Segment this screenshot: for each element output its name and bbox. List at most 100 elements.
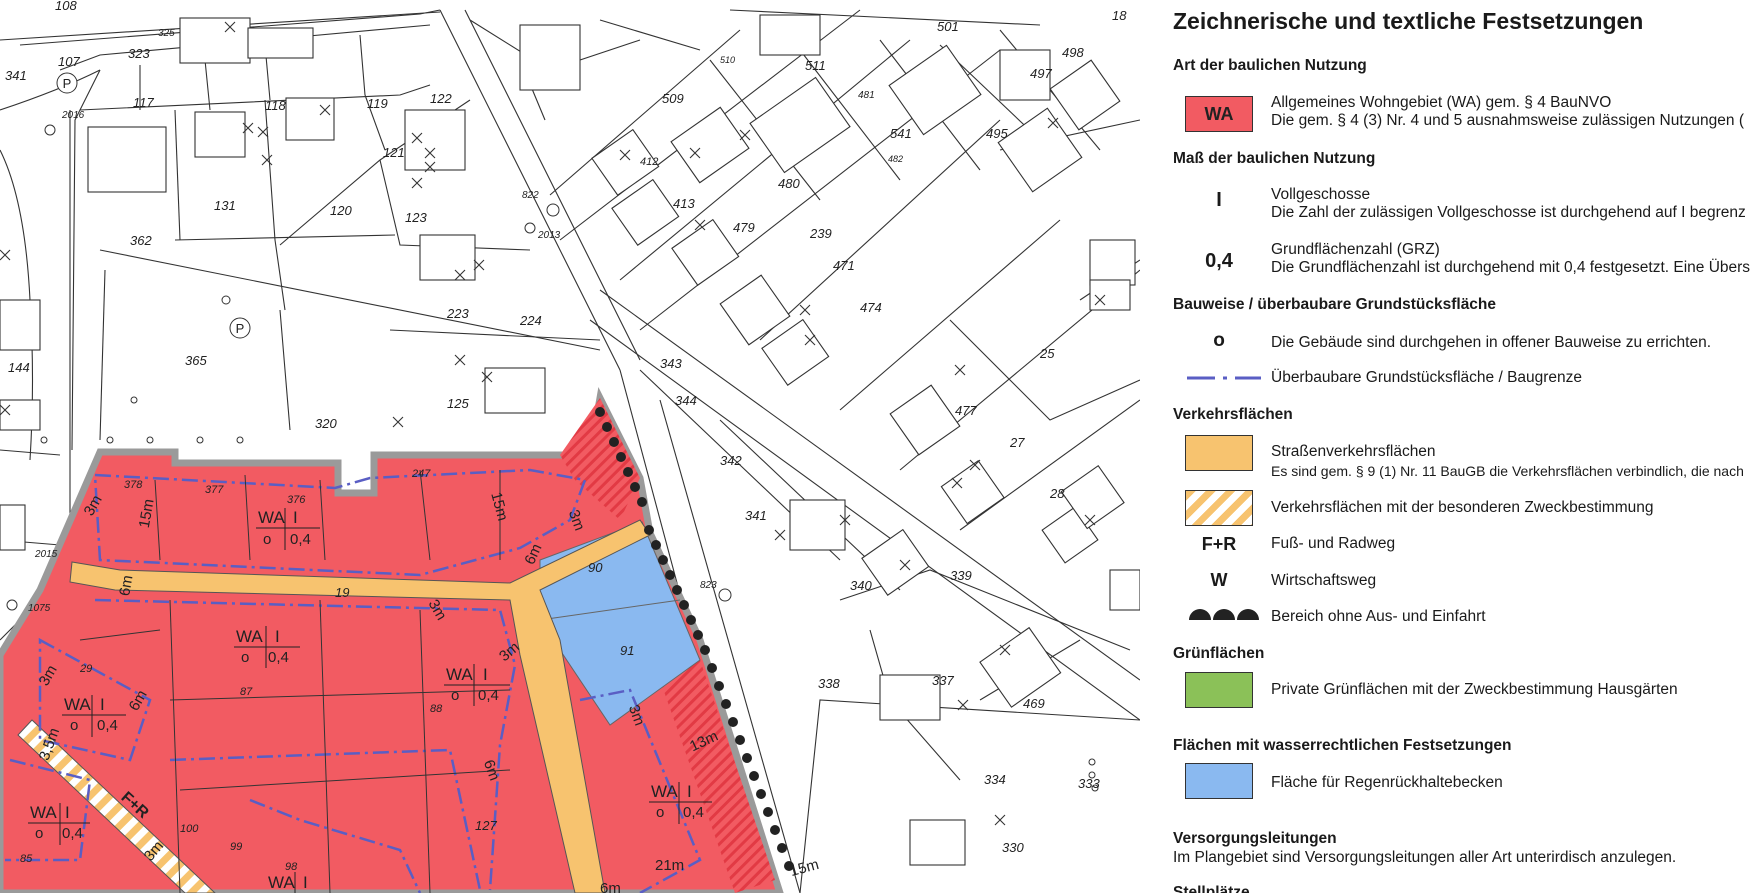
svg-text:99: 99 xyxy=(230,841,242,853)
svg-text:117: 117 xyxy=(133,95,154,110)
svg-text:85: 85 xyxy=(20,853,33,865)
svg-text:28: 28 xyxy=(1049,486,1065,501)
gruen-text: Private Grünflächen mit der Zweckbestimm… xyxy=(1271,681,1678,698)
legend-title: Zeichnerische und textliche Festsetzunge… xyxy=(1173,8,1644,34)
svg-text:224: 224 xyxy=(519,313,542,328)
svg-text:341: 341 xyxy=(745,508,767,523)
svg-text:WA: WA xyxy=(30,803,57,822)
svg-text:18: 18 xyxy=(1112,8,1127,23)
svg-text:495: 495 xyxy=(986,126,1008,141)
svg-text:469: 469 xyxy=(1023,696,1045,711)
svg-text:0,4: 0,4 xyxy=(478,687,499,704)
svg-text:I: I xyxy=(65,803,70,822)
svg-text:823: 823 xyxy=(700,580,717,591)
svg-text:320: 320 xyxy=(315,416,337,431)
section-wasserrecht: Flächen mit wasserrechtlichen Festsetzun… xyxy=(1173,737,1512,754)
wasser-text: Fläche für Regenrückhaltebecken xyxy=(1271,774,1503,791)
legend-panel: Zeichnerische und textliche Festsetzunge… xyxy=(1140,0,1760,893)
baugrenze-line-icon xyxy=(1187,376,1261,380)
svg-text:474: 474 xyxy=(860,300,882,315)
svg-text:I: I xyxy=(687,782,692,801)
fr-text: Fuß- und Radweg xyxy=(1271,535,1396,552)
svg-text:338: 338 xyxy=(818,676,840,691)
svg-text:0,4: 0,4 xyxy=(268,649,289,666)
fr-symbol: F+R xyxy=(1201,534,1237,554)
svg-text:509: 509 xyxy=(662,91,684,106)
svg-text:541: 541 xyxy=(890,126,912,141)
ohne-ausfahrt-text: Bereich ohne Aus- und Einfahrt xyxy=(1271,608,1486,625)
svg-text:0,4: 0,4 xyxy=(290,531,311,548)
versorgung-text: Im Plangebiet sind Versorgungsleitungen … xyxy=(1173,849,1677,866)
svg-text:0,4: 0,4 xyxy=(683,804,704,821)
besondere-zweck-text: Verkehrsflächen mit der besonderen Zweck… xyxy=(1271,499,1654,516)
svg-text:343: 343 xyxy=(660,356,682,371)
svg-text:2016: 2016 xyxy=(61,110,85,121)
svg-text:131: 131 xyxy=(214,198,236,213)
svg-text:333: 333 xyxy=(1078,776,1100,791)
svg-text:29: 29 xyxy=(79,663,92,675)
svg-text:376: 376 xyxy=(287,494,306,506)
section-bauweise: Bauweise / überbaubare Grundstücksfläche xyxy=(1173,296,1497,313)
vg-line1: Vollgeschosse xyxy=(1271,186,1371,203)
svg-text:WA: WA xyxy=(446,665,473,684)
site-plan-map[interactable]: P P WA I o 0,4 WA I o 0,4 WA I o 0,4 WA … xyxy=(0,0,1140,893)
svg-text:144: 144 xyxy=(8,360,30,375)
svg-text:122: 122 xyxy=(430,91,452,106)
grz-symbol: 0,4 xyxy=(1205,250,1233,272)
svg-text:o: o xyxy=(70,717,78,734)
wasser-swatch xyxy=(1185,763,1253,799)
ohne-ausfahrt-dots-icon xyxy=(1189,609,1259,620)
svg-text:125: 125 xyxy=(447,396,469,411)
svg-text:340: 340 xyxy=(850,578,872,593)
svg-text:239: 239 xyxy=(809,226,832,241)
vg-line2: Die Zahl der zulässigen Vollgeschosse is… xyxy=(1271,204,1746,221)
gruen-swatch xyxy=(1185,672,1253,708)
svg-text:21m: 21m xyxy=(655,857,684,874)
wa-line2: Die gem. § 4 (3) Nr. 4 und 5 ausnahmswei… xyxy=(1271,112,1744,129)
svg-text:480: 480 xyxy=(778,176,800,191)
section-mass-nutzung: Maß der baulichen Nutzung xyxy=(1173,150,1376,167)
svg-text:334: 334 xyxy=(984,772,1006,787)
section-art-nutzung: Art der baulichen Nutzung xyxy=(1173,57,1367,74)
svg-text:6m: 6m xyxy=(600,880,621,893)
w-text: Wirtschaftsweg xyxy=(1271,572,1377,589)
svg-text:P: P xyxy=(236,321,245,336)
svg-text:I: I xyxy=(293,508,298,527)
svg-text:2013: 2013 xyxy=(537,230,561,241)
strasse-swatch xyxy=(1185,435,1253,471)
svg-text:127: 127 xyxy=(475,818,497,833)
svg-text:107: 107 xyxy=(58,54,80,69)
svg-text:6m: 6m xyxy=(116,574,136,597)
road-number-19: 19 xyxy=(335,585,349,600)
vollgeschoss-symbol: I xyxy=(1216,189,1222,211)
svg-text:223: 223 xyxy=(446,306,469,321)
svg-text:330: 330 xyxy=(1002,840,1024,855)
svg-text:o: o xyxy=(263,531,271,548)
svg-text:119: 119 xyxy=(367,96,388,111)
offene-bauweise-symbol: o xyxy=(1213,330,1225,351)
strasse-line1: Straßenverkehrsflächen xyxy=(1271,443,1436,460)
svg-text:I: I xyxy=(483,665,488,684)
svg-text:497: 497 xyxy=(1030,66,1052,81)
svg-text:413: 413 xyxy=(673,196,695,211)
svg-text:WA: WA xyxy=(258,508,285,527)
wa-symbol: WA xyxy=(1204,104,1234,124)
svg-text:o: o xyxy=(241,649,249,666)
svg-text:510: 510 xyxy=(720,55,735,65)
svg-text:481: 481 xyxy=(858,90,875,101)
svg-text:325: 325 xyxy=(158,28,175,39)
baugrenze-text: Überbaubare Grundstücksfläche / Baugrenz… xyxy=(1271,369,1583,386)
svg-text:o: o xyxy=(35,825,43,842)
bauweise-text: Die Gebäude sind durchgehen in offener B… xyxy=(1271,334,1712,351)
svg-text:121: 121 xyxy=(383,145,405,160)
svg-text:87: 87 xyxy=(240,686,253,698)
svg-text:98: 98 xyxy=(285,861,298,873)
svg-text:118: 118 xyxy=(265,98,286,113)
svg-text:0,4: 0,4 xyxy=(97,717,118,734)
svg-text:501: 501 xyxy=(937,19,959,34)
svg-text:362: 362 xyxy=(130,233,152,248)
svg-text:I: I xyxy=(275,627,280,646)
svg-text:WA: WA xyxy=(236,627,263,646)
svg-text:P: P xyxy=(63,76,72,91)
svg-text:471: 471 xyxy=(833,258,855,273)
